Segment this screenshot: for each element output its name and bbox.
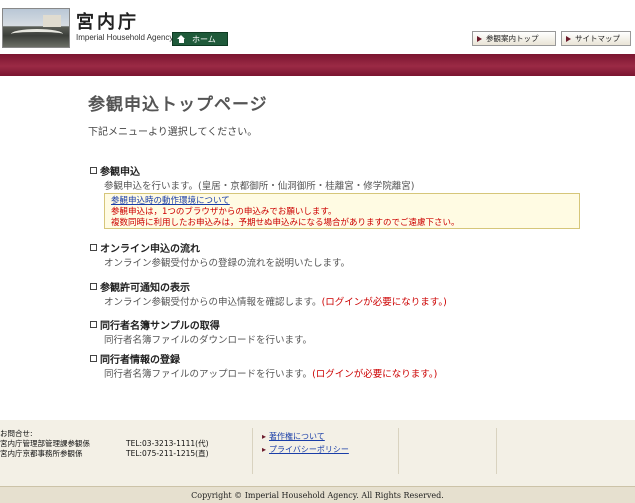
menu-item-application-link[interactable]: 参観申込	[90, 164, 414, 178]
main-content: 参観申込トップページ 下記メニューより選択してください。 参観申込 参観申込を行…	[0, 76, 635, 420]
privacy-policy-link[interactable]: プライバシーポリシー	[262, 443, 349, 456]
home-button[interactable]: ホーム	[172, 32, 228, 46]
login-required-note: (ログインが必要になります。)	[321, 297, 447, 308]
footer-links: 著作権について プライバシーポリシー	[262, 430, 349, 456]
bridge-image	[11, 29, 63, 39]
menu-item-desc: 同行者名簿ファイルのダウンロードを行います。	[104, 335, 313, 346]
footer-divider	[398, 428, 399, 474]
menu-item-application: 参観申込 参観申込を行います。(皇居・京都御所・仙洞御所・桂離宮・修学院離宮)	[90, 164, 414, 192]
page-title: 参観申込トップページ	[88, 95, 268, 115]
menu-item-desc: 参観申込を行います。(皇居・京都御所・仙洞御所・桂離宮・修学院離宮)	[104, 181, 415, 192]
site-subtitle: Imperial Household Agency	[76, 33, 174, 42]
contact-row: 宮内庁京都事務所参観係 TEL:075-211-1215(直)	[0, 449, 209, 458]
notice-box: 参観申込時の動作環境について 参観申込は，1つのブラウザからの申込みでお願いしま…	[104, 193, 580, 229]
notice-line-1: 参観申込は，1つのブラウザからの申込みでお願いします。	[111, 207, 337, 217]
menu-item-title: 参観許可通知の表示	[100, 282, 190, 294]
menu-item-flow: オンライン申込の流れ オンライン参観受付からの登録の流れを説明いたします。	[90, 241, 350, 269]
menu-item-title: 同行者名簿サンプルの取得	[100, 320, 220, 332]
menu-item-title: 参観申込	[100, 166, 140, 178]
menu-item-permit: 参観許可通知の表示 オンライン参観受付からの申込情報を確認します。(ログインが必…	[90, 280, 447, 308]
menu-item-sample: 同行者名簿サンプルの取得 同行者名簿ファイルのダウンロードを行います。	[90, 318, 312, 346]
copyright-link[interactable]: 著作権について	[262, 430, 349, 443]
menu-item-register: 同行者情報の登録 同行者名簿ファイルのアップロードを行います。(ログインが必要に…	[90, 352, 437, 380]
checkbox-square-icon	[90, 282, 97, 290]
page-lead: 下記メニューより選択してください。	[88, 127, 258, 138]
menu-item-desc: オンライン参観受付からの登録の流れを説明いたします。	[104, 258, 351, 269]
footer: お問合せ: 宮内庁管理部管理課参観係 TEL:03-3213-1111(代) 宮内…	[0, 420, 635, 486]
menu-item-flow-link[interactable]: オンライン申込の流れ	[90, 241, 350, 255]
logo-photo[interactable]	[2, 8, 70, 48]
checkbox-square-icon	[90, 354, 97, 362]
menu-item-register-link[interactable]: 同行者情報の登録	[90, 352, 437, 366]
guide-top-button[interactable]: 参観案内トップ	[472, 31, 556, 46]
sitemap-button[interactable]: サイトマップ	[561, 31, 631, 46]
building-image	[43, 15, 61, 27]
menu-item-title: 同行者情報の登録	[100, 354, 180, 366]
checkbox-square-icon	[90, 320, 97, 328]
menu-item-title: オンライン申込の流れ	[100, 243, 200, 255]
header: 宮内庁 Imperial Household Agency ホーム 参観案内トッ…	[0, 0, 635, 52]
contact-info: お問合せ: 宮内庁管理部管理課参観係 TEL:03-3213-1111(代) 宮内…	[0, 429, 209, 459]
page: 宮内庁 Imperial Household Agency ホーム 参観案内トッ…	[0, 0, 635, 503]
contact-row: 宮内庁管理部管理課参観係 TEL:03-3213-1111(代)	[0, 439, 209, 448]
home-button-label: ホーム	[192, 34, 216, 44]
copyright-text: Copyright © Imperial Household Agency. A…	[191, 490, 444, 500]
arrow-right-icon	[477, 35, 482, 42]
copyright-bar: Copyright © Imperial Household Agency. A…	[0, 486, 635, 503]
menu-item-permit-link[interactable]: 参観許可通知の表示	[90, 280, 447, 294]
arrow-right-icon	[566, 35, 571, 42]
home-icon	[177, 35, 186, 43]
sitemap-label: サイトマップ	[575, 34, 620, 43]
guide-top-label: 参観案内トップ	[486, 34, 539, 43]
menu-item-desc: 同行者名簿ファイルのアップロードを行います。(ログインが必要になります。)	[104, 369, 438, 380]
menu-item-sample-link[interactable]: 同行者名簿サンプルの取得	[90, 318, 312, 332]
site-title[interactable]: 宮内庁	[76, 8, 139, 34]
notice-line-2: 複数同時に利用したお申込みは，予期せぬ申込みになる場合がありますのでご遠慮下さい…	[111, 218, 460, 228]
menu-item-desc: オンライン参観受付からの申込情報を確認します。(ログインが必要になります。)	[104, 297, 447, 308]
login-required-note: (ログインが必要になります。)	[312, 369, 438, 380]
contact-title: お問合せ:	[0, 429, 33, 438]
footer-divider	[496, 428, 497, 474]
checkbox-square-icon	[90, 166, 97, 174]
environment-link[interactable]: 参観申込時の動作環境について	[111, 196, 573, 207]
checkbox-square-icon	[90, 243, 97, 251]
header-band	[0, 54, 635, 76]
footer-divider	[252, 428, 253, 474]
